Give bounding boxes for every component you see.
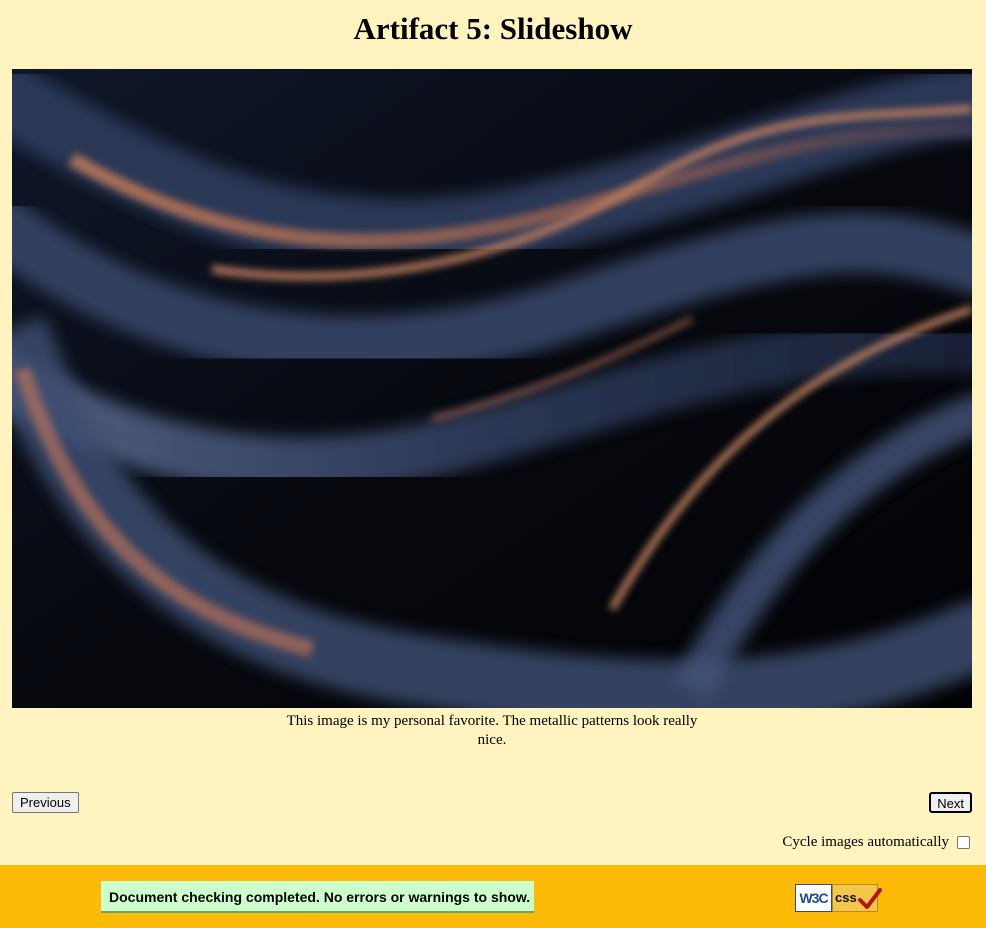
page-title: Artifact 5: Slideshow: [353, 11, 633, 46]
footer: Document checking completed. No errors o…: [0, 865, 986, 928]
slideshow-image: [12, 69, 972, 708]
cycle-option: Cycle images automatically: [782, 832, 970, 852]
cycle-label: Cycle images automatically: [782, 833, 949, 850]
w3c-logo-text: W3C: [795, 884, 832, 912]
w3c-css-badge[interactable]: W3C css: [795, 882, 883, 914]
previous-button[interactable]: Previous: [12, 792, 79, 813]
checkmark-icon: [858, 888, 882, 909]
cycle-checkbox[interactable]: [957, 835, 970, 849]
slide-caption: This image is my personal favorite. The …: [286, 713, 698, 748]
next-button[interactable]: Next: [929, 792, 972, 813]
validator-message: Document checking completed. No errors o…: [101, 881, 534, 913]
